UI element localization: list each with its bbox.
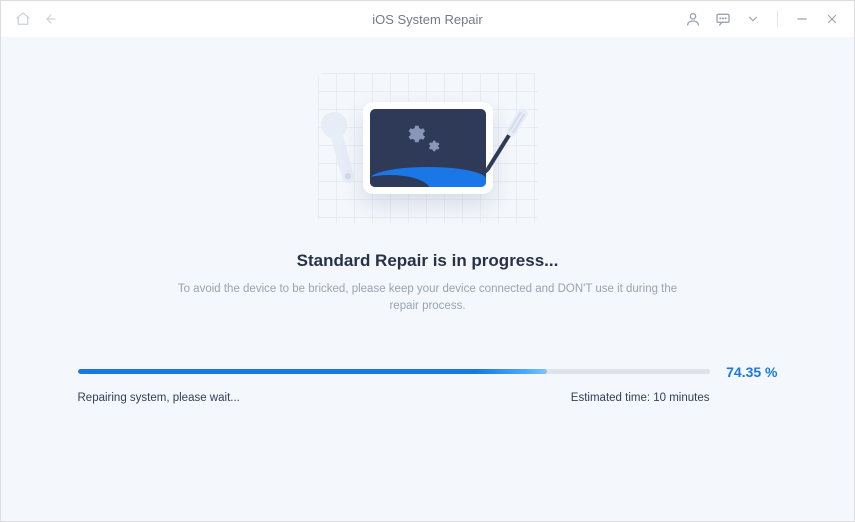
titlebar-left — [15, 11, 59, 27]
titlebar: iOS System Repair — [1, 1, 854, 37]
minimize-icon[interactable] — [794, 11, 810, 27]
gear-small-icon — [426, 139, 440, 153]
main-content: Standard Repair is in progress... To avo… — [1, 37, 854, 521]
close-icon[interactable] — [824, 11, 840, 27]
feedback-icon[interactable] — [715, 11, 731, 27]
estimated-time: Estimated time: 10 minutes — [571, 392, 778, 404]
user-icon[interactable] — [685, 11, 701, 27]
chevron-down-icon[interactable] — [745, 11, 761, 27]
divider — [777, 11, 778, 27]
window-title: iOS System Repair — [372, 12, 483, 27]
repair-illustration — [318, 73, 538, 223]
progress-area: 74.35 % Repairing system, please wait...… — [78, 364, 778, 404]
progress-percent: 74.35 % — [722, 364, 778, 380]
progress-status-text: Repairing system, please wait... — [78, 392, 240, 404]
titlebar-right — [685, 11, 840, 27]
wrench-icon — [314, 108, 368, 194]
gear-icon — [404, 123, 426, 145]
back-icon[interactable] — [43, 11, 59, 27]
progress-fill — [78, 369, 548, 374]
progress-bar — [78, 369, 710, 374]
progress-subtext: To avoid the device to be bricked, pleas… — [168, 281, 688, 316]
progress-heading: Standard Repair is in progress... — [297, 251, 559, 271]
home-icon[interactable] — [15, 11, 31, 27]
